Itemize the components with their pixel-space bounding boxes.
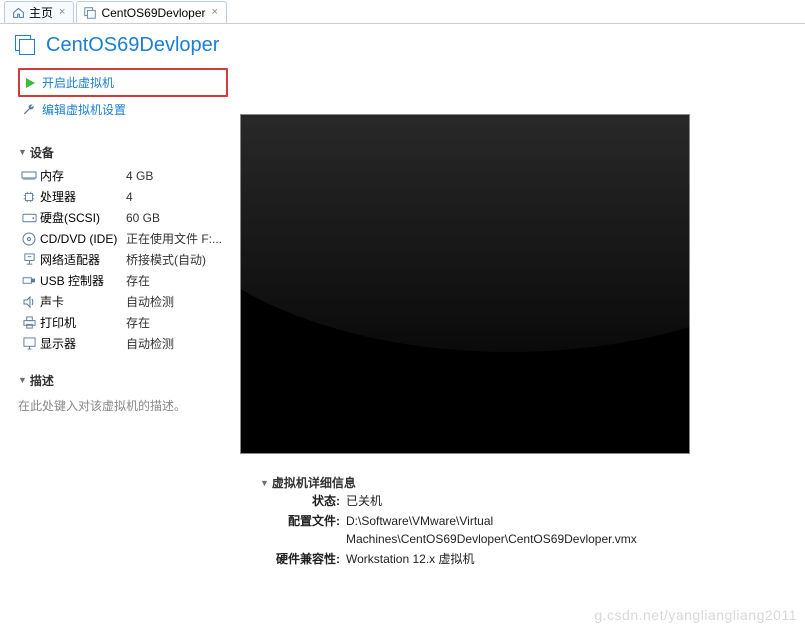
device-label: 显示器 [40,335,126,352]
device-row[interactable]: 打印机存在 [18,312,228,333]
device-label: 打印机 [40,314,126,331]
description-placeholder[interactable]: 在此处键入对该虚拟机的描述。 [18,393,228,418]
description-title: 描述 [30,372,54,389]
device-row[interactable]: 网络适配器桥接模式(自动) [18,249,228,270]
detail-value: Workstation 12.x 虚拟机 [340,550,475,568]
play-icon [24,77,36,89]
device-value: 存在 [126,272,150,289]
close-icon[interactable]: × [57,7,67,18]
vm-details: ▼ 虚拟机详细信息 状态: 已关机 配置文件: D:\Software\VMwa… [240,474,793,569]
page-title-row: CentOS69Devloper [0,24,805,64]
tab-vm[interactable]: CentOS69Devloper × [76,1,227,23]
collapse-icon: ▼ [18,147,27,157]
collapse-icon: ▼ [18,375,27,385]
memory-icon [18,170,40,182]
disk-icon [18,212,40,224]
wrench-icon [22,103,36,117]
device-label: USB 控制器 [40,272,126,289]
power-on-button[interactable]: 开启此虚拟机 [22,72,226,93]
sound-icon [18,295,40,309]
device-row[interactable]: 内存4 GB [18,165,228,186]
usb-icon [18,275,40,286]
device-label: 内存 [40,167,126,184]
device-value: 4 [126,190,133,204]
device-label: 声卡 [40,293,126,310]
device-label: 网络适配器 [40,251,126,268]
device-row[interactable]: 声卡自动检测 [18,291,228,312]
detail-value: 已关机 [340,492,382,510]
detail-row-config: 配置文件: D:\Software\VMware\Virtual Machine… [260,511,793,549]
device-value: 4 GB [126,169,153,183]
device-value: 自动检测 [126,335,174,352]
device-value: 自动检测 [126,293,174,310]
details-section-header[interactable]: ▼ 虚拟机详细信息 [260,474,793,491]
tab-home[interactable]: 主页 × [4,1,74,23]
device-label: 硬盘(SCSI) [40,209,126,226]
display-icon [18,337,40,350]
device-list: 内存4 GB处理器4硬盘(SCSI)60 GBCD/DVD (IDE)正在使用文… [18,165,228,354]
device-row[interactable]: 硬盘(SCSI)60 GB [18,207,228,228]
preview-gloss [240,114,690,352]
tab-label: 主页 [29,4,53,21]
power-on-label: 开启此虚拟机 [42,74,114,91]
device-value: 60 GB [126,211,160,225]
detail-key: 状态: [260,492,340,510]
device-value: 正在使用文件 F:... [126,230,222,247]
tab-label: CentOS69Devloper [101,6,205,20]
vm-preview[interactable] [240,114,690,454]
details-title: 虚拟机详细信息 [272,474,356,491]
tab-bar: 主页 × CentOS69Devloper × [0,0,805,24]
net-icon [18,253,40,266]
vm-stack-icon [83,6,97,20]
devices-title: 设备 [30,144,54,161]
detail-value: D:\Software\VMware\Virtual Machines\Cent… [340,512,720,548]
device-label: CD/DVD (IDE) [40,232,126,246]
devices-section-header[interactable]: ▼ 设备 [18,136,228,165]
device-row[interactable]: 显示器自动检测 [18,333,228,354]
detail-row-status: 状态: 已关机 [260,491,793,511]
detail-key: 硬件兼容性: [260,550,340,568]
device-row[interactable]: CD/DVD (IDE)正在使用文件 F:... [18,228,228,249]
detail-key: 配置文件: [260,512,340,548]
close-icon[interactable]: × [210,7,220,18]
page-title: CentOS69Devloper [46,34,219,57]
vm-stack-icon [12,32,38,58]
device-value: 桥接模式(自动) [126,251,206,268]
highlight-box: 开启此虚拟机 [18,68,228,97]
edit-settings-label: 编辑虚拟机设置 [42,101,126,118]
cpu-icon [18,190,40,204]
device-row[interactable]: USB 控制器存在 [18,270,228,291]
device-row[interactable]: 处理器4 [18,186,228,207]
collapse-icon: ▼ [260,478,269,488]
cd-icon [18,232,40,246]
device-value: 存在 [126,314,150,331]
printer-icon [18,316,40,329]
device-label: 处理器 [40,188,126,205]
description-section-header[interactable]: ▼ 描述 [18,364,228,393]
detail-row-compat: 硬件兼容性: Workstation 12.x 虚拟机 [260,549,793,569]
edit-settings-button[interactable]: 编辑虚拟机设置 [18,99,228,126]
home-icon [11,6,25,20]
